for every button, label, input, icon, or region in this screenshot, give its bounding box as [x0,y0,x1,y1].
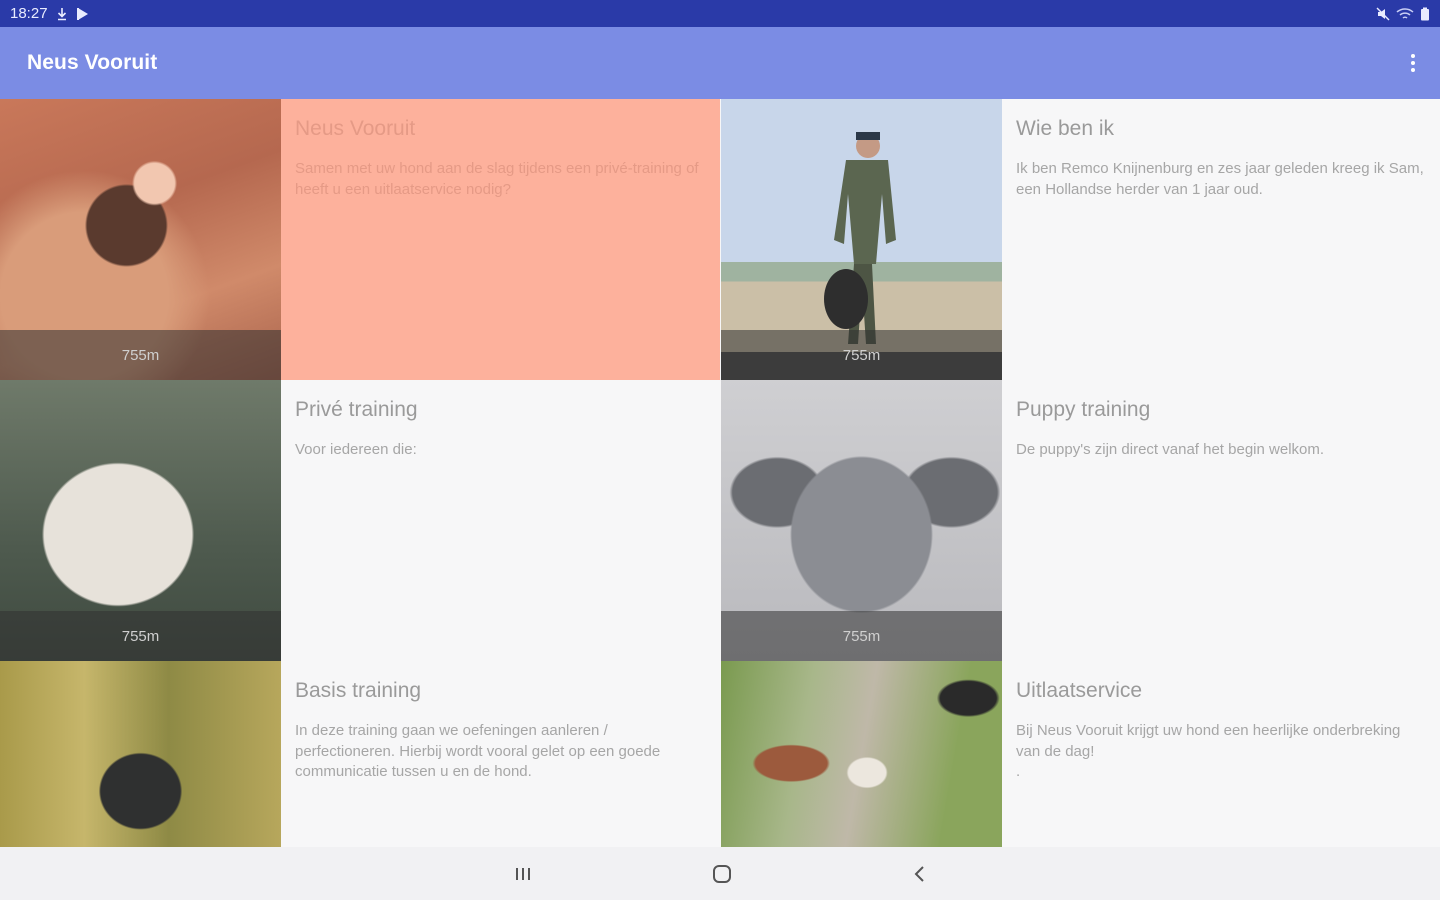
status-left: 18:27 [10,5,90,22]
card-title: Basis training [295,679,422,702]
card-image-weimaraner-puppy: 755m [721,380,1002,661]
card-text: Wie ben ik Ik ben Remco Knijnenburg en z… [1002,99,1440,380]
distance-label: 755m [0,330,281,380]
card-basis-training[interactable]: Basis training In deze training gaan we … [0,661,720,847]
more-vert-icon[interactable] [1406,51,1420,75]
card-image-shepherd [0,661,281,847]
card-text: Uitlaatservice Bij Neus Vooruit krijgt u… [1002,661,1440,847]
distance-label: 755m [721,330,1002,380]
card-description: De puppy's zijn direct vanaf het begin w… [1016,441,1325,458]
card-description: Samen met uw hond aan de slag tijdens ee… [295,160,699,198]
home-icon[interactable] [709,861,735,887]
card-title: Puppy training [1016,398,1151,421]
card-neus-vooruit[interactable]: 755m Neus Vooruit Samen met uw hond aan … [0,99,720,380]
card-prive-training[interactable]: 755m Privé training Voor iedereen die: [0,380,720,661]
card-puppy-training[interactable]: 755m Puppy training De puppy's zijn dire… [721,380,1440,661]
card-description-extra: . [1016,763,1021,780]
person-figure [824,132,896,344]
card-text: Basis training In deze training gaan we … [281,661,720,847]
recent-apps-icon[interactable] [510,861,536,887]
card-title: Neus Vooruit [295,117,416,140]
card-image-dog-water: 755m [0,99,281,380]
play-store-icon [76,7,88,20]
card-uitlaatservice[interactable]: Uitlaatservice Bij Neus Vooruit krijgt u… [721,661,1440,847]
card-image-man-dog: 755m [721,99,1002,380]
distance-label: 755m [721,611,1002,661]
card-wie-ben-ik[interactable]: 755m Wie ben ik Ik ben Remco Knijnenburg… [721,99,1440,380]
card-text: Neus Vooruit Samen met uw hond aan de sl… [281,99,720,380]
card-text: Puppy training De puppy's zijn direct va… [1002,380,1440,661]
wifi-icon [1396,7,1414,19]
system-nav-bar [0,847,1440,900]
card-description: In deze training gaan we oefeningen aanl… [295,722,661,780]
card-image-dogs-walking [721,661,1002,847]
card-title: Wie ben ik [1016,117,1115,140]
card-description: Ik ben Remco Knijnenburg en zes jaar gel… [1016,160,1424,198]
card-title: Uitlaatservice [1016,679,1143,702]
battery-icon [1421,7,1429,20]
back-icon[interactable] [907,861,933,887]
app-title: Neus Vooruit [27,51,158,74]
card-description: Bij Neus Vooruit krijgt uw hond een heer… [1016,722,1401,760]
card-title: Privé training [295,398,418,421]
status-right [1376,7,1430,21]
card-text: Privé training Voor iedereen die: [281,380,720,661]
mute-icon [1376,7,1390,20]
status-bar: 18:27 [0,0,1440,27]
card-grid: 755m Neus Vooruit Samen met uw hond aan … [0,99,1440,847]
card-image-golden-retriever: 755m [0,380,281,661]
status-time: 18:27 [10,5,48,22]
distance-label: 755m [0,611,281,661]
download-icon [57,7,66,20]
app-bar: Neus Vooruit [0,27,1440,99]
card-description: Voor iedereen die: [295,441,417,458]
